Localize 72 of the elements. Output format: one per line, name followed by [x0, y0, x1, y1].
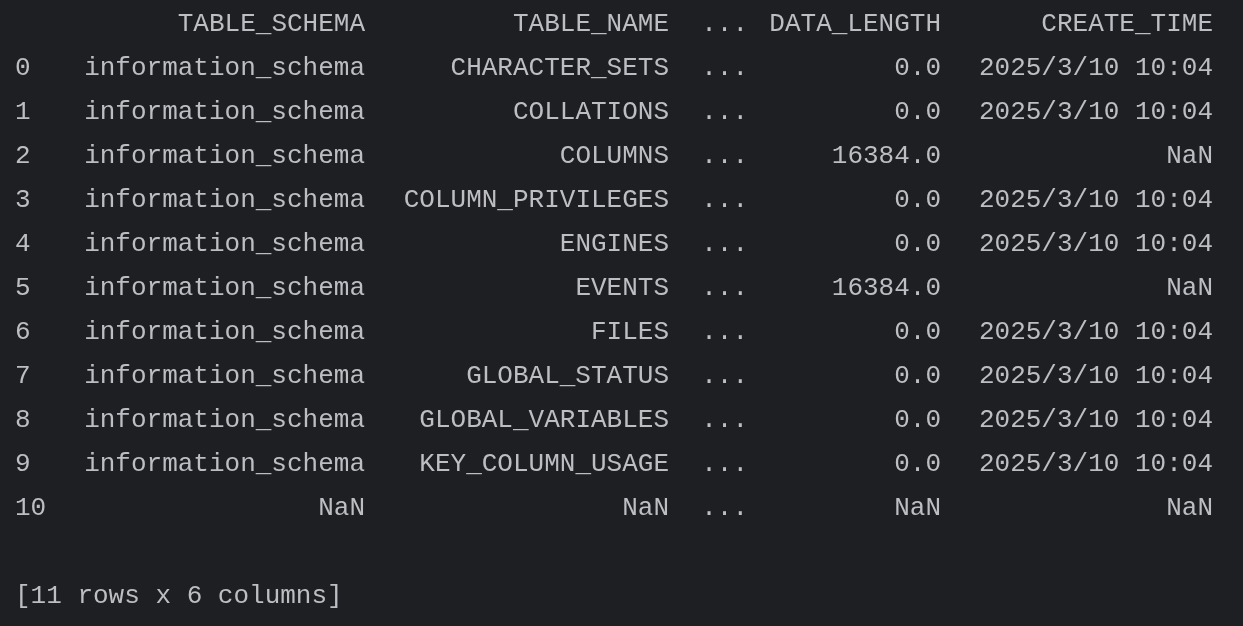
table-cell: ... — [701, 449, 748, 479]
column-header: ... — [701, 9, 748, 39]
column-header: TABLE_NAME — [512, 9, 669, 39]
table-cell: 2025/3/10 10:04 — [978, 449, 1213, 479]
column-header: CREATE_TIME — [1041, 9, 1213, 39]
table-cell: ... — [701, 229, 748, 259]
table-cell: NaN — [894, 493, 941, 523]
row-index: 4 — [15, 229, 31, 259]
table-cell: information_schema — [84, 361, 365, 391]
row-index: 7 — [15, 361, 31, 391]
table-cell: ... — [701, 493, 748, 523]
table-cell: information_schema — [84, 97, 365, 127]
table-cell: NaN — [622, 493, 669, 523]
row-index: 10 — [15, 493, 47, 523]
table-cell: COLUMN_PRIVILEGES — [403, 185, 669, 215]
table-cell: NaN — [318, 493, 365, 523]
table-cell: 2025/3/10 10:04 — [978, 317, 1213, 347]
row-index: 9 — [15, 449, 31, 479]
table-cell: 0.0 — [894, 53, 941, 83]
table-cell: 2025/3/10 10:04 — [978, 53, 1213, 83]
table-cell: ... — [701, 185, 748, 215]
row-index: 1 — [15, 97, 31, 127]
table-cell: 0.0 — [894, 229, 941, 259]
row-index: 3 — [15, 185, 31, 215]
table-cell: 2025/3/10 10:04 — [978, 185, 1213, 215]
table-cell: information_schema — [84, 449, 365, 479]
table-cell: 2025/3/10 10:04 — [978, 405, 1213, 435]
table-cell: ... — [701, 273, 748, 303]
table-cell: information_schema — [84, 405, 365, 435]
table-cell: NaN — [1166, 493, 1213, 523]
row-index: 5 — [15, 273, 31, 303]
table-cell: FILES — [591, 317, 669, 347]
table-cell: COLUMNS — [559, 141, 669, 171]
table-cell: 0.0 — [894, 317, 941, 347]
table-cell: information_schema — [84, 273, 365, 303]
table-cell: 0.0 — [894, 185, 941, 215]
table-cell: ... — [701, 317, 748, 347]
table-cell: CHARACTER_SETS — [450, 53, 669, 83]
table-cell: information_schema — [84, 185, 365, 215]
table-cell: NaN — [1166, 273, 1213, 303]
table-cell: EVENTS — [575, 273, 669, 303]
table-cell: 16384.0 — [831, 141, 941, 171]
table-cell: ENGINES — [559, 229, 669, 259]
table-cell: information_schema — [84, 53, 365, 83]
row-index: 8 — [15, 405, 31, 435]
row-index: 6 — [15, 317, 31, 347]
column-header: TABLE_SCHEMA — [177, 9, 365, 39]
table-cell: GLOBAL_STATUS — [466, 361, 669, 391]
table-cell: NaN — [1166, 141, 1213, 171]
table-cell: ... — [701, 53, 748, 83]
table-cell: KEY_COLUMN_USAGE — [419, 449, 669, 479]
table-cell: 0.0 — [894, 97, 941, 127]
table-cell: GLOBAL_VARIABLES — [419, 405, 669, 435]
table-cell: 0.0 — [894, 405, 941, 435]
summary-text: [11 rows x 6 columns] — [15, 580, 343, 613]
table-cell: 0.0 — [894, 449, 941, 479]
table-cell: 16384.0 — [831, 273, 941, 303]
column-header: DATA_LENGTH — [769, 9, 941, 39]
table-cell: information_schema — [84, 229, 365, 259]
table-cell: 2025/3/10 10:04 — [978, 361, 1213, 391]
table-cell: information_schema — [84, 141, 365, 171]
table-cell: information_schema — [84, 317, 365, 347]
table-cell: ... — [701, 141, 748, 171]
table-cell: ... — [701, 97, 748, 127]
table-cell: 2025/3/10 10:04 — [978, 229, 1213, 259]
table-cell: 2025/3/10 10:04 — [978, 97, 1213, 127]
table-cell: COLLATIONS — [512, 97, 669, 127]
table-cell: 0.0 — [894, 361, 941, 391]
row-index: 2 — [15, 141, 31, 171]
row-index: 0 — [15, 53, 31, 83]
table-cell: ... — [701, 405, 748, 435]
table-cell: ... — [701, 361, 748, 391]
